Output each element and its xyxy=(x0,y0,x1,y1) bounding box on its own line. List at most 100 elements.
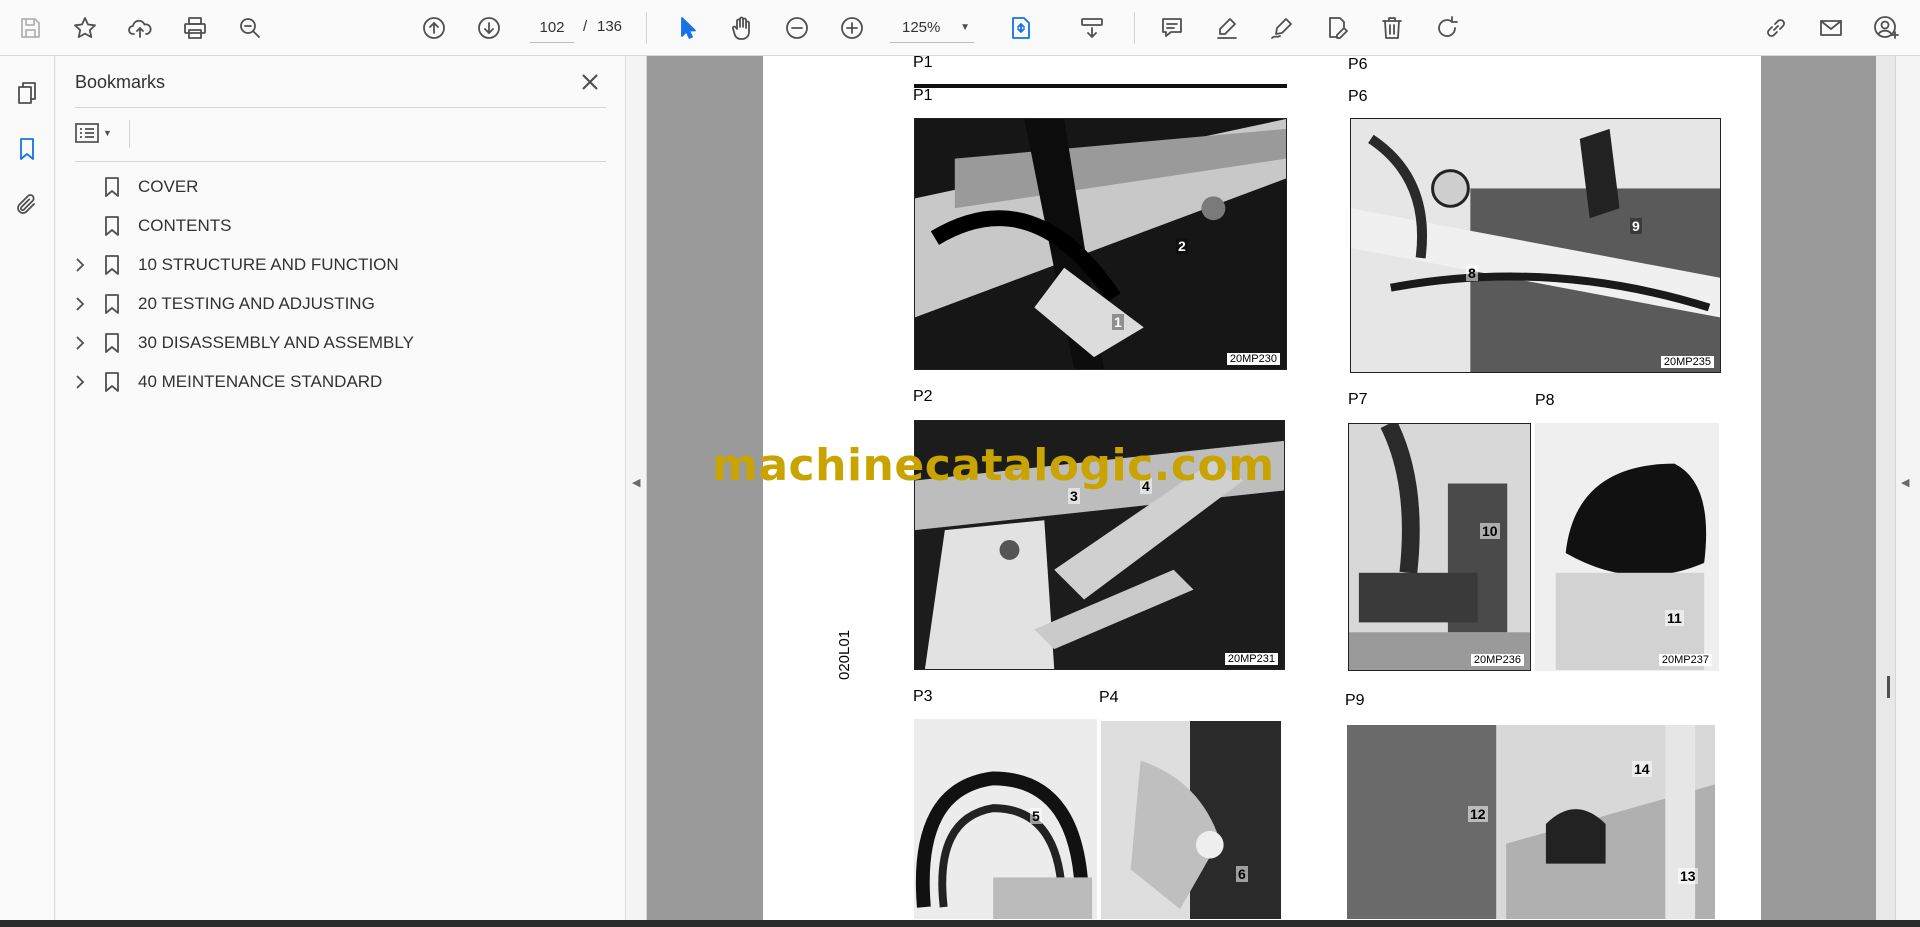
panel-title: Bookmarks xyxy=(75,72,166,92)
photo-label: P9 xyxy=(1345,692,1365,709)
taskbar-edge xyxy=(0,920,1920,927)
bookmark-label: 20 TESTING AND ADJUSTING xyxy=(138,294,375,313)
fit-page-icon[interactable] xyxy=(1003,10,1039,46)
bookmark-icon xyxy=(100,332,124,354)
account-icon[interactable] xyxy=(1868,10,1904,46)
chevron-left-icon: ◀ xyxy=(632,477,641,489)
bookmark-icon xyxy=(100,293,124,315)
photo-p3 xyxy=(913,718,1098,920)
callout-number: 10 xyxy=(1480,523,1500,539)
scroll-thumb[interactable] xyxy=(1887,676,1890,698)
bookmarks-panel: Bookmarks ▼ COVER CONTENTS 10 STRUCTURE … xyxy=(56,56,626,920)
email-icon[interactable] xyxy=(1813,10,1849,46)
photo-label: P6 xyxy=(1348,88,1368,105)
hand-tool-icon[interactable] xyxy=(724,10,760,46)
photo-code: 20MP235 xyxy=(1660,356,1714,368)
page-separator: / xyxy=(583,18,588,35)
star-icon[interactable] xyxy=(67,10,103,46)
chevron-down-icon: ▼ xyxy=(103,128,112,138)
previous-page-icon[interactable] xyxy=(416,10,452,46)
bookmark-item[interactable]: 10 STRUCTURE AND FUNCTION xyxy=(56,248,616,282)
page-number-input[interactable] xyxy=(530,13,574,43)
bookmark-item[interactable]: CONTENTS xyxy=(56,209,616,243)
photo-label: P1 xyxy=(913,87,933,104)
close-icon xyxy=(582,74,598,90)
expand-chevron-icon[interactable] xyxy=(68,297,92,311)
zoom-value: 125% xyxy=(902,19,941,36)
photo-label: P8 xyxy=(1535,392,1555,409)
expand-chevron-icon[interactable] xyxy=(68,375,92,389)
bookmark-label: CONTENTS xyxy=(138,216,232,235)
list-options-icon xyxy=(75,123,99,143)
callout-number: 9 xyxy=(1630,218,1642,234)
photo-p8: 20MP237 xyxy=(1535,423,1719,671)
bookmark-item[interactable]: 40 MEINTENANCE STANDARD xyxy=(56,365,616,399)
draw-icon[interactable] xyxy=(1264,10,1300,46)
photo-code: 20MP236 xyxy=(1470,654,1524,666)
callout-number: 11 xyxy=(1665,610,1684,626)
bookmark-options-button[interactable]: ▼ xyxy=(75,118,125,148)
cloud-upload-icon[interactable] xyxy=(122,10,158,46)
delete-icon[interactable] xyxy=(1374,10,1410,46)
bookmark-panel-icon[interactable] xyxy=(12,134,42,164)
callout-number: 5 xyxy=(1030,808,1042,824)
bookmark-item[interactable]: COVER xyxy=(56,170,616,204)
attachments-icon[interactable] xyxy=(12,190,42,220)
photo-p1: 20MP230 xyxy=(914,118,1287,370)
close-panel-button[interactable] xyxy=(576,68,604,96)
bookmark-icon xyxy=(100,371,124,393)
find-text-icon[interactable] xyxy=(232,10,268,46)
photo-p7: 20MP236 xyxy=(1348,423,1531,671)
select-tool-icon[interactable] xyxy=(669,10,705,46)
navigation-rail xyxy=(0,56,55,920)
photo-label: P3 xyxy=(913,688,933,705)
edit-text-icon[interactable] xyxy=(1319,10,1355,46)
zoom-dropdown[interactable]: 125% ▼ xyxy=(890,13,974,43)
chevron-left-icon: ◀ xyxy=(1901,477,1910,489)
callout-number: 6 xyxy=(1236,866,1248,882)
page-total: 136 xyxy=(597,18,623,35)
page-thumbnails-icon[interactable] xyxy=(12,78,42,108)
comment-icon[interactable] xyxy=(1154,10,1190,46)
photo-edge xyxy=(914,84,1287,88)
vertical-scrollbar[interactable] xyxy=(1876,56,1895,920)
zoom-in-icon[interactable] xyxy=(834,10,870,46)
callout-number: 14 xyxy=(1632,761,1652,777)
bookmark-item[interactable]: 20 TESTING AND ADJUSTING xyxy=(56,287,616,321)
photo-code: 20MP231 xyxy=(1224,653,1278,665)
photo-code: 20MP230 xyxy=(1226,353,1280,365)
scroll-mode-icon[interactable] xyxy=(1074,10,1110,46)
main-toolbar: / 136 125% ▼ xyxy=(0,0,1920,56)
zoom-out-icon[interactable] xyxy=(779,10,815,46)
print-icon[interactable] xyxy=(177,10,213,46)
photo-p4 xyxy=(1100,720,1282,920)
expand-chevron-icon[interactable] xyxy=(68,258,92,272)
chevron-down-icon: ▼ xyxy=(960,22,970,33)
photo-label: P4 xyxy=(1099,689,1119,706)
callout-number: 13 xyxy=(1678,868,1698,884)
photo-label: P6 xyxy=(1348,56,1368,73)
photo-p6: 20MP235 xyxy=(1350,118,1721,373)
photo-p9 xyxy=(1346,724,1716,920)
share-link-icon[interactable] xyxy=(1758,10,1794,46)
collapse-right-panel-button[interactable]: ◀ xyxy=(1895,56,1920,920)
highlight-icon[interactable] xyxy=(1209,10,1245,46)
bookmark-icon xyxy=(100,176,124,198)
photo-label: P7 xyxy=(1348,391,1368,408)
next-page-icon[interactable] xyxy=(471,10,507,46)
callout-number: 8 xyxy=(1466,265,1478,281)
bookmark-label: COVER xyxy=(138,177,199,196)
rotate-icon[interactable] xyxy=(1429,10,1465,46)
bookmark-icon xyxy=(100,215,124,237)
save-icon[interactable] xyxy=(12,10,48,46)
bookmark-item[interactable]: 30 DISASSEMBLY AND ASSEMBLY xyxy=(56,326,616,360)
bookmark-label: 40 MEINTENANCE STANDARD xyxy=(138,372,383,391)
callout-number: 1 xyxy=(1112,314,1124,330)
photo-code: 20MP237 xyxy=(1658,654,1712,666)
collapse-left-panel-button[interactable]: ◀ xyxy=(627,56,647,920)
photo-label: P1 xyxy=(913,54,933,71)
expand-chevron-icon[interactable] xyxy=(68,336,92,350)
watermark-text: machinecatalogic.com xyxy=(712,440,1275,491)
page-side-code: 020L01 xyxy=(836,629,853,680)
callout-number: 2 xyxy=(1176,238,1188,254)
